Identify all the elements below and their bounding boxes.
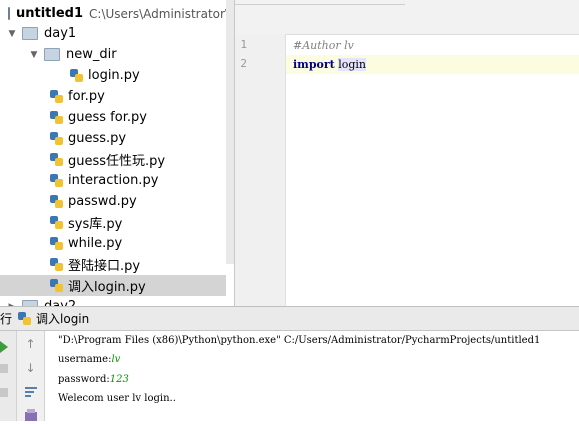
line-number: 2 bbox=[240, 57, 247, 70]
console-command-line: "D:\Program Files (x86)\Python\python.ex… bbox=[58, 335, 541, 346]
tree-root-untitled1[interactable]: untitled1 C:\Users\Administrator\Py bbox=[0, 3, 234, 24]
python-file-icon bbox=[50, 237, 63, 250]
tree-file-passwd[interactable]: passwd.py bbox=[0, 191, 226, 212]
folder-icon bbox=[22, 27, 38, 40]
folder-icon bbox=[44, 48, 60, 61]
python-file-icon bbox=[50, 279, 63, 292]
folder-day1-label: day1 bbox=[44, 26, 77, 41]
username-prompt: username: bbox=[58, 354, 112, 365]
module-token: login bbox=[338, 58, 367, 71]
file-label: login.py bbox=[88, 68, 140, 83]
keyword-token: import bbox=[293, 58, 335, 71]
file-label: 调入login.py bbox=[68, 280, 146, 295]
python-file-icon bbox=[50, 258, 63, 271]
folder-day2-label: day2 bbox=[44, 299, 76, 306]
tree-file-interaction[interactable]: interaction.py bbox=[0, 170, 226, 191]
file-label: 登陆接口.py bbox=[68, 259, 141, 274]
tree-file-while[interactable]: while.py bbox=[0, 233, 226, 254]
python-file-icon bbox=[50, 111, 63, 124]
tree-file-diaoru-selected[interactable]: 调入login.py bbox=[0, 275, 226, 296]
file-label: guess for.py bbox=[68, 110, 147, 125]
soft-wrap-icon[interactable] bbox=[21, 382, 40, 401]
run-config-tab[interactable]: 调入login bbox=[18, 310, 89, 327]
arrow-up-icon[interactable]: ↑ bbox=[21, 334, 40, 353]
run-label: 行 bbox=[0, 312, 13, 326]
run-tool-bar: 行 调入login bbox=[0, 307, 579, 331]
code-area[interactable]: #Author lv import login bbox=[286, 34, 579, 306]
console-username-line: username:lv bbox=[58, 354, 120, 365]
console-password-line: password:123 bbox=[58, 374, 129, 385]
line-number: 1 bbox=[240, 38, 247, 51]
stop-icon[interactable] bbox=[0, 364, 8, 373]
pause-icon[interactable] bbox=[0, 388, 8, 397]
tree-file-guess[interactable]: guess.py bbox=[0, 128, 226, 149]
run-console[interactable]: "D:\Program Files (x86)\Python\python.ex… bbox=[45, 331, 579, 421]
tree-folder-day2[interactable]: ▶ day2 bbox=[0, 296, 226, 306]
project-root-path: C:\Users\Administrator\Py bbox=[89, 6, 234, 21]
python-file-icon bbox=[50, 90, 63, 103]
arrow-down-icon[interactable]: ↓ bbox=[21, 358, 40, 377]
tree-file-denglu[interactable]: 登陆接口.py bbox=[0, 254, 226, 275]
code-editor[interactable]: 1 2 #Author lv import login bbox=[235, 0, 579, 306]
run-tab-label: 调入login bbox=[36, 312, 90, 326]
file-label: guess任性玩.py bbox=[68, 154, 166, 169]
tree-file-guess-xing[interactable]: guess任性玩.py bbox=[0, 149, 226, 170]
tree-scrollbar[interactable] bbox=[226, 0, 234, 264]
file-label: guess.py bbox=[68, 131, 127, 146]
tree-folder-new-dir[interactable]: ▼ new_dir bbox=[0, 44, 226, 65]
python-file-icon bbox=[18, 312, 32, 325]
console-toolbar: ↑ ↓ bbox=[17, 331, 45, 421]
tree-file-for[interactable]: for.py bbox=[0, 86, 226, 107]
password-prompt: password: bbox=[58, 374, 110, 385]
chevron-down-icon[interactable]: ▼ bbox=[28, 50, 40, 60]
project-folder-icon bbox=[8, 7, 10, 20]
file-label: passwd.py bbox=[68, 194, 137, 209]
tree-folder-day1[interactable]: ▼ day1 bbox=[0, 23, 226, 44]
code-line-2[interactable]: import login bbox=[286, 55, 579, 74]
tab-bar-edge bbox=[235, 0, 405, 5]
rerun-icon[interactable] bbox=[0, 341, 8, 353]
chevron-down-icon[interactable]: ▼ bbox=[6, 29, 18, 39]
file-label: interaction.py bbox=[68, 173, 159, 188]
python-file-icon bbox=[50, 174, 63, 187]
console-welcome-line: Welecom user lv login.. bbox=[58, 393, 176, 404]
python-file-icon bbox=[50, 216, 63, 229]
username-input-value: lv bbox=[111, 354, 121, 365]
python-file-icon bbox=[50, 195, 63, 208]
project-tree: untitled1 C:\Users\Administrator\Py ▼ da… bbox=[0, 0, 234, 306]
password-input-value: 123 bbox=[109, 374, 129, 385]
line-number-gutter: 1 2 bbox=[235, 34, 286, 306]
folder-new-dir-label: new_dir bbox=[66, 47, 117, 62]
file-label: while.py bbox=[68, 236, 123, 251]
tree-file-login[interactable]: login.py bbox=[0, 65, 226, 86]
comment-token: #Author lv bbox=[293, 39, 354, 52]
file-label: for.py bbox=[68, 89, 105, 104]
code-line-1[interactable]: #Author lv bbox=[286, 36, 579, 55]
tree-file-sys[interactable]: sys库.py bbox=[0, 212, 226, 233]
python-file-icon bbox=[70, 69, 83, 82]
project-root-name: untitled1 bbox=[16, 6, 84, 21]
print-icon[interactable] bbox=[21, 405, 40, 424]
python-file-icon bbox=[50, 153, 63, 166]
python-file-icon bbox=[50, 132, 63, 145]
tree-file-guess-for[interactable]: guess for.py bbox=[0, 107, 226, 128]
run-side-toolbar bbox=[0, 331, 17, 421]
editor-tab-bar bbox=[235, 0, 579, 35]
file-label: sys库.py bbox=[68, 217, 123, 232]
